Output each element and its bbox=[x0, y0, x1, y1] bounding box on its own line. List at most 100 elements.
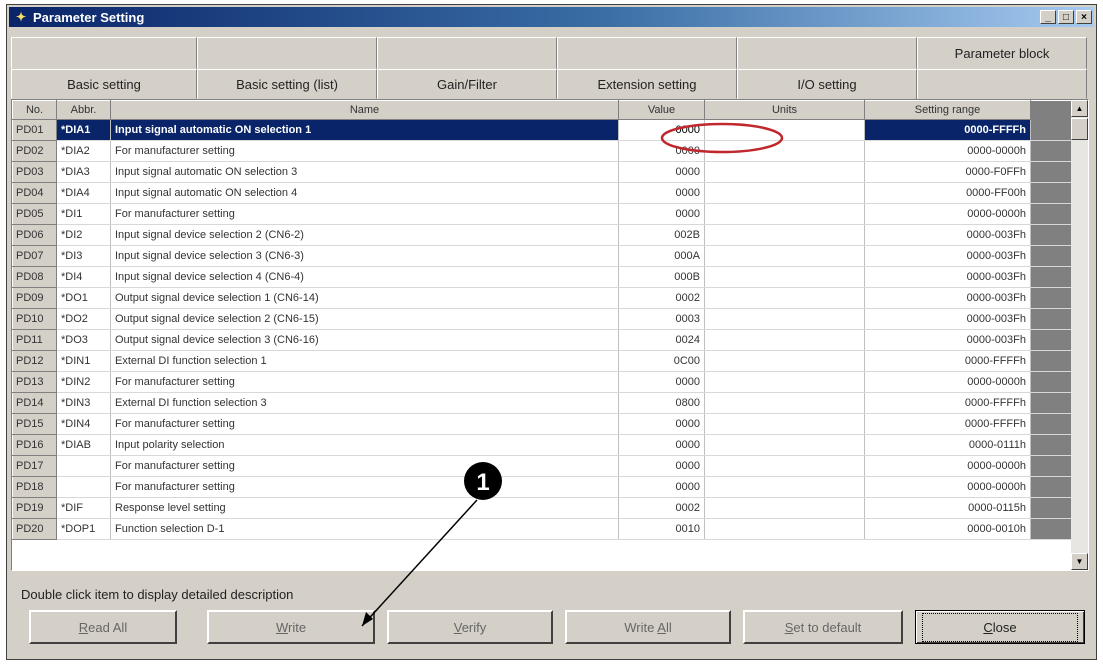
row-abbr-cell: *DI2 bbox=[56, 224, 111, 246]
parameter-grid[interactable]: No. Abbr. Name Value Units Setting range… bbox=[11, 99, 1089, 571]
tab-io-setting[interactable]: I/O setting bbox=[737, 69, 917, 99]
table-row[interactable]: PD06 *DI2 Input signal device selection 2 … bbox=[12, 224, 1073, 246]
row-filler bbox=[1030, 224, 1073, 246]
tab-top-4[interactable] bbox=[557, 37, 737, 69]
table-row[interactable]: PD04 *DIA4 Input signal automatic ON selec… bbox=[12, 182, 1073, 204]
vertical-scrollbar[interactable]: ▲ ▼ bbox=[1071, 100, 1088, 570]
table-row[interactable]: PD09 *DO1 Output signal device selection 1… bbox=[12, 287, 1073, 309]
row-value-cell[interactable]: 0000 bbox=[618, 476, 705, 498]
table-row[interactable]: PD07 *DI3 Input signal device selection 3 … bbox=[12, 245, 1073, 267]
tab-basic-setting-list[interactable]: Basic setting (list) bbox=[197, 69, 377, 99]
minimize-button[interactable]: _ bbox=[1040, 10, 1056, 24]
table-row[interactable]: PD01 *DIA1 Input signal automatic ON selec… bbox=[12, 119, 1073, 141]
row-value-cell[interactable]: 0003 bbox=[618, 308, 705, 330]
write-all-button[interactable]: Write All bbox=[565, 610, 731, 644]
row-name-cell: Response level setting bbox=[110, 497, 619, 519]
row-no-cell: PD11 bbox=[12, 329, 57, 351]
header-name[interactable]: Name bbox=[110, 100, 619, 120]
row-value-cell[interactable]: 0800 bbox=[618, 392, 705, 414]
header-abbr[interactable]: Abbr. bbox=[56, 100, 111, 120]
table-row[interactable]: PD17 For manufacturer setting 0000 0000-000… bbox=[12, 455, 1073, 477]
title-bar[interactable]: ✦ Parameter Setting _ □ × bbox=[9, 7, 1094, 27]
header-setting-range[interactable]: Setting range bbox=[864, 100, 1031, 120]
row-units-cell bbox=[704, 476, 865, 498]
row-value-cell[interactable]: 0000 bbox=[618, 140, 705, 162]
row-value-cell[interactable]: 0024 bbox=[618, 329, 705, 351]
row-range-cell: 0000-0000h bbox=[864, 203, 1031, 225]
scroll-up-arrow-icon[interactable]: ▲ bbox=[1071, 100, 1088, 117]
write-button[interactable]: Write bbox=[207, 610, 375, 644]
row-name-cell: Input signal device selection 4 (CN6-4) bbox=[110, 266, 619, 288]
row-units-cell bbox=[704, 266, 865, 288]
row-abbr-cell: *DOP1 bbox=[56, 518, 111, 540]
row-abbr-cell: *DO1 bbox=[56, 287, 111, 309]
table-row[interactable]: PD13 *DIN2 For manufacturer setting 0000 000… bbox=[12, 371, 1073, 393]
tab-row-top: Parameter block bbox=[11, 37, 1087, 69]
parameter-setting-window: ✦ Parameter Setting _ □ × Parameter bloc… bbox=[6, 4, 1097, 660]
row-value-cell[interactable]: 0000 bbox=[618, 455, 705, 477]
tab-top-3[interactable] bbox=[377, 37, 557, 69]
table-row[interactable]: PD18 For manufacturer setting 0000 0000-000… bbox=[12, 476, 1073, 498]
row-name-cell: For manufacturer setting bbox=[110, 203, 619, 225]
row-value-cell[interactable]: 000A bbox=[618, 245, 705, 267]
row-units-cell bbox=[704, 119, 865, 141]
row-range-cell: 0000-FFFFh bbox=[864, 413, 1031, 435]
tab-parameter-block[interactable]: Parameter block bbox=[917, 37, 1087, 69]
table-row[interactable]: PD15 *DIN4 For manufacturer setting 0000 000… bbox=[12, 413, 1073, 435]
row-no-cell: PD14 bbox=[12, 392, 57, 414]
header-units[interactable]: Units bbox=[704, 100, 865, 120]
row-value-cell[interactable]: 0000 bbox=[618, 161, 705, 183]
close-window-button[interactable]: × bbox=[1076, 10, 1092, 24]
row-filler bbox=[1030, 245, 1073, 267]
table-row[interactable]: PD08 *DI4 Input signal device selection 4 … bbox=[12, 266, 1073, 288]
tab-top-2[interactable] bbox=[197, 37, 377, 69]
tab-gain-filter[interactable]: Gain/Filter bbox=[377, 69, 557, 99]
row-value-cell[interactable]: 002B bbox=[618, 224, 705, 246]
row-no-cell: PD06 bbox=[12, 224, 57, 246]
button-row: Read All Write Verify Write All Set to d… bbox=[29, 610, 1089, 646]
row-value-cell[interactable]: 0000 bbox=[618, 413, 705, 435]
row-range-cell: 0000-0111h bbox=[864, 434, 1031, 456]
tab-basic-setting[interactable]: Basic setting bbox=[11, 69, 197, 99]
row-abbr-cell: *DIA4 bbox=[56, 182, 111, 204]
row-value-cell[interactable]: 0002 bbox=[618, 497, 705, 519]
table-row[interactable]: PD16 *DIAB Input polarity selection 0000 000… bbox=[12, 434, 1073, 456]
row-value-cell[interactable]: 000B bbox=[618, 266, 705, 288]
scroll-thumb[interactable] bbox=[1071, 118, 1088, 140]
table-row[interactable]: PD12 *DIN1 External DI function selection … bbox=[12, 350, 1073, 372]
row-value-cell[interactable]: 0000 bbox=[618, 119, 705, 141]
scroll-down-arrow-icon[interactable]: ▼ bbox=[1071, 553, 1088, 570]
table-row[interactable]: PD05 *DI1 For manufacturer setting 0000 0000… bbox=[12, 203, 1073, 225]
row-abbr-cell: *DI4 bbox=[56, 266, 111, 288]
header-value[interactable]: Value bbox=[618, 100, 705, 120]
tab-top-1[interactable] bbox=[11, 37, 197, 69]
row-value-cell[interactable]: 0000 bbox=[618, 182, 705, 204]
table-row[interactable]: PD19 *DIF Response level setting 0002 0000-0… bbox=[12, 497, 1073, 519]
table-row[interactable]: PD03 *DIA3 Input signal automatic ON selec… bbox=[12, 161, 1073, 183]
row-filler bbox=[1030, 329, 1073, 351]
row-value-cell[interactable]: 0010 bbox=[618, 518, 705, 540]
tab-extension-setting[interactable]: Extension setting bbox=[557, 69, 737, 99]
tab-bottom-blank[interactable] bbox=[917, 69, 1087, 99]
row-units-cell bbox=[704, 287, 865, 309]
table-row[interactable]: PD20 *DOP1 Function selection D-1 0010 0000-… bbox=[12, 518, 1073, 540]
table-row[interactable]: PD11 *DO3 Output signal device selection 3… bbox=[12, 329, 1073, 351]
set-to-default-button[interactable]: Set to default bbox=[743, 610, 903, 644]
close-button[interactable]: Close bbox=[915, 610, 1085, 644]
row-value-cell[interactable]: 0000 bbox=[618, 371, 705, 393]
row-range-cell: 0000-FFFFh bbox=[864, 350, 1031, 372]
maximize-button[interactable]: □ bbox=[1058, 10, 1074, 24]
row-value-cell[interactable]: 0002 bbox=[618, 287, 705, 309]
row-value-cell[interactable]: 0000 bbox=[618, 434, 705, 456]
table-row[interactable]: PD10 *DO2 Output signal device selection 2… bbox=[12, 308, 1073, 330]
row-value-cell[interactable]: 0000 bbox=[618, 203, 705, 225]
read-all-button[interactable]: Read All bbox=[29, 610, 177, 644]
table-row[interactable]: PD02 *DIA2 For manufacturer setting 0000 000… bbox=[12, 140, 1073, 162]
row-value-cell[interactable]: 0C00 bbox=[618, 350, 705, 372]
verify-button[interactable]: Verify bbox=[387, 610, 553, 644]
row-range-cell: 0000-0000h bbox=[864, 476, 1031, 498]
header-no[interactable]: No. bbox=[12, 100, 57, 120]
table-row[interactable]: PD14 *DIN3 External DI function selection … bbox=[12, 392, 1073, 414]
row-filler bbox=[1030, 455, 1073, 477]
tab-top-5[interactable] bbox=[737, 37, 917, 69]
